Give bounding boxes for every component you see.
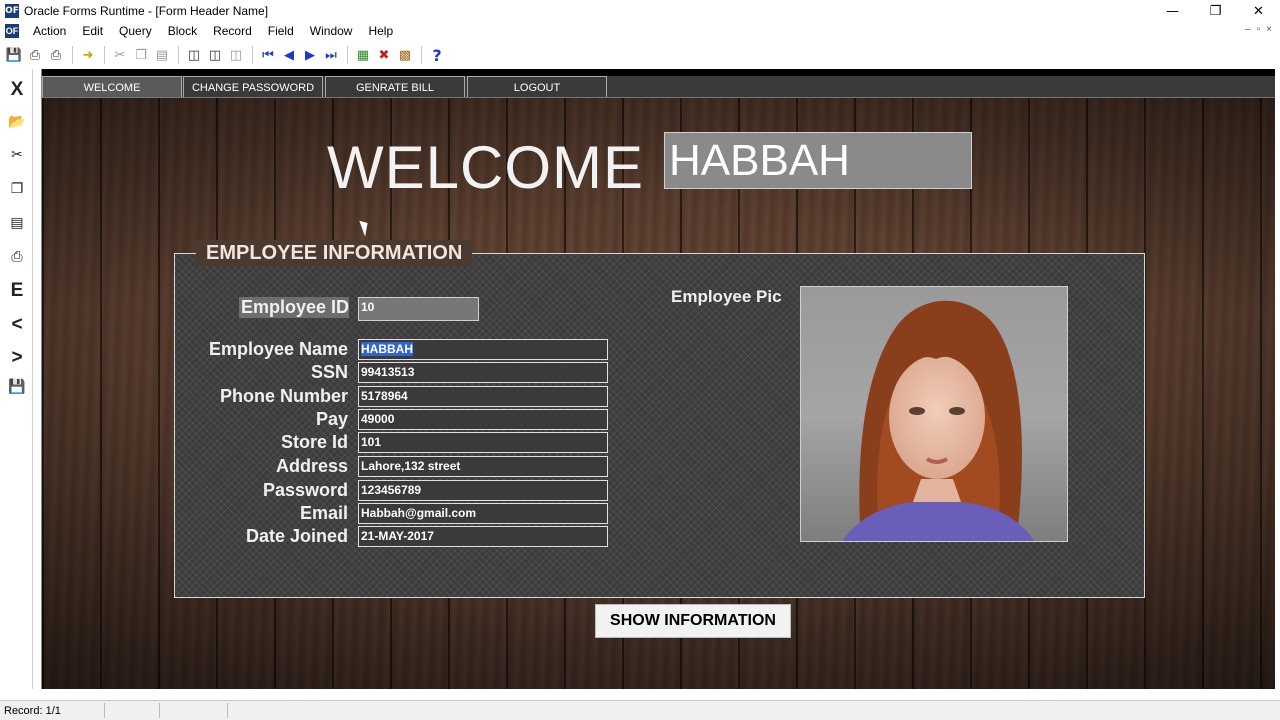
ssn-field[interactable]: 99413513 — [358, 362, 608, 383]
maximize-button[interactable]: ❐ — [1194, 0, 1237, 22]
title-bar: OF Oracle Forms Runtime - [Form Header N… — [0, 0, 1280, 22]
toolbar-separator — [421, 46, 422, 64]
first-record-icon[interactable]: ⏮ — [258, 45, 278, 65]
employee-pic-label: Employee Pic — [671, 287, 782, 306]
employee-information-frame: EMPLOYEE INFORMATION Employee ID 10 Empl… — [174, 240, 1145, 598]
toolbar: 💾 ⎙ ⎙ ➜ ✂ ❐ ▤ ◫ ◫ ◫ ⏮ ◀ ▶ ⏭ ▦ ✖ ▩ ? — [0, 41, 1280, 69]
store-id-label: Store Id — [280, 432, 348, 452]
employee-id-field[interactable]: 10 — [358, 297, 479, 321]
previous-record-icon[interactable]: ◀ — [279, 45, 299, 65]
next-record-icon[interactable]: ▶ — [300, 45, 320, 65]
save-icon[interactable]: 💾 — [4, 45, 24, 65]
edit-button[interactable]: E — [5, 278, 29, 304]
pay-field[interactable]: 49000 — [358, 409, 608, 430]
mdi-restore-button[interactable]: ▫ — [1257, 24, 1261, 35]
cut-icon[interactable]: ✂ — [5, 142, 29, 168]
menu-record[interactable]: Record — [205, 24, 260, 38]
ssn-label: SSN — [310, 362, 348, 382]
employee-photo — [800, 286, 1068, 542]
cancel-query-icon[interactable]: ◫ — [226, 45, 246, 65]
print-icon[interactable]: ⎙ — [25, 45, 45, 65]
menu-bar: OF Action Edit Query Block Record Field … — [0, 22, 1280, 40]
print-icon[interactable]: ⎙ — [5, 244, 29, 270]
menu-edit[interactable]: Edit — [74, 24, 111, 38]
oracle-forms-app-icon: OF — [5, 4, 19, 18]
menu-help[interactable]: Help — [360, 24, 401, 38]
paste-icon[interactable]: ▤ — [152, 45, 172, 65]
last-record-icon[interactable]: ⏭ — [321, 45, 341, 65]
exit-form-button[interactable]: X — [5, 77, 29, 103]
mdi-controls: – ▫ × — [1245, 24, 1272, 35]
mdi-minimize-button[interactable]: – — [1245, 24, 1251, 35]
form-canvas: WELCOME CHANGE PASSOWORD GENRATE BILL LO… — [41, 69, 1275, 689]
date-joined-field[interactable]: 21-MAY-2017 — [358, 526, 608, 547]
address-label: Address — [275, 456, 348, 476]
menu-field[interactable]: Field — [260, 24, 302, 38]
status-cell — [159, 703, 227, 718]
menu-window[interactable]: Window — [302, 24, 361, 38]
email-label: Email — [299, 503, 348, 523]
menu-action[interactable]: Action — [25, 24, 74, 38]
store-id-field[interactable]: 101 — [358, 432, 608, 453]
delete-record-icon[interactable]: ✖ — [374, 45, 394, 65]
insert-record-icon[interactable]: ▦ — [353, 45, 373, 65]
frame-title: EMPLOYEE INFORMATION — [196, 240, 473, 266]
show-information-button[interactable]: SHOW INFORMATION — [595, 604, 791, 638]
menu-block[interactable]: Block — [160, 24, 205, 38]
status-bar: Record: 1/1 — [0, 700, 1280, 720]
lock-record-icon[interactable]: ▩ — [395, 45, 415, 65]
tab-change-password[interactable]: CHANGE PASSOWORD — [183, 76, 323, 98]
address-field[interactable]: Lahore,132 street — [358, 456, 608, 477]
exit-icon[interactable]: ➜ — [78, 45, 98, 65]
selected-text: HABBAH — [361, 342, 413, 356]
window-controls: — ❐ ✕ — [1151, 0, 1280, 22]
toolbar-separator — [72, 46, 73, 64]
copy-icon[interactable]: ❐ — [5, 176, 29, 202]
date-joined-label: Date Joined — [245, 526, 348, 546]
window-title: Oracle Forms Runtime - [Form Header Name… — [24, 4, 269, 18]
minimize-button[interactable]: — — [1151, 0, 1194, 22]
status-cell — [104, 703, 159, 718]
open-folder-icon[interactable]: 📂 — [5, 109, 29, 135]
previous-button[interactable]: < — [5, 312, 29, 338]
toolbar-separator — [178, 46, 179, 64]
help-icon[interactable]: ? — [427, 45, 447, 65]
status-cell — [227, 703, 1267, 718]
form-system-menu-icon[interactable]: OF — [5, 24, 19, 38]
execute-query-icon[interactable]: ◫ — [205, 45, 225, 65]
tab-logout[interactable]: LOGOUT — [467, 76, 607, 98]
password-field[interactable]: 123456789 — [358, 480, 608, 501]
enter-query-icon[interactable]: ◫ — [184, 45, 204, 65]
mdi-close-button[interactable]: × — [1266, 24, 1272, 35]
welcome-heading: WELCOME — [327, 134, 645, 201]
toolbar-separator — [104, 46, 105, 64]
employee-name-label: Employee Name — [208, 339, 348, 359]
tab-bar: WELCOME CHANGE PASSOWORD GENRATE BILL LO… — [42, 76, 1275, 98]
email-field[interactable]: Habbah@gmail.com — [358, 503, 608, 524]
phone-number-label: Phone Number — [219, 386, 348, 406]
record-count-status: Record: 1/1 — [4, 704, 61, 717]
toolbar-separator — [347, 46, 348, 64]
phone-number-field[interactable]: 5178964 — [358, 386, 608, 407]
print-setup-icon[interactable]: ⎙ — [46, 45, 66, 65]
pay-label: Pay — [315, 409, 348, 429]
employee-id-label: Employee ID — [239, 297, 350, 318]
paste-icon[interactable]: ▤ — [5, 210, 29, 236]
cut-icon[interactable]: ✂ — [110, 45, 130, 65]
menu-query[interactable]: Query — [111, 24, 160, 38]
employee-name-field[interactable]: HABBAH — [358, 339, 608, 360]
save-icon[interactable]: 💾 — [5, 374, 29, 400]
welcome-name-field: HABBAH — [664, 132, 972, 189]
close-button[interactable]: ✕ — [1237, 0, 1280, 22]
next-button[interactable]: > — [5, 345, 29, 371]
copy-icon[interactable]: ❐ — [131, 45, 151, 65]
tab-welcome[interactable]: WELCOME — [42, 76, 182, 98]
employee-portrait-image — [801, 287, 1067, 541]
tab-generate-bill[interactable]: GENRATE BILL — [325, 76, 465, 98]
password-label: Password — [262, 480, 348, 500]
toolbar-separator — [252, 46, 253, 64]
vertical-toolbar: X 📂 ✂ ❐ ▤ ⎙ E < > 💾 — [0, 69, 33, 689]
